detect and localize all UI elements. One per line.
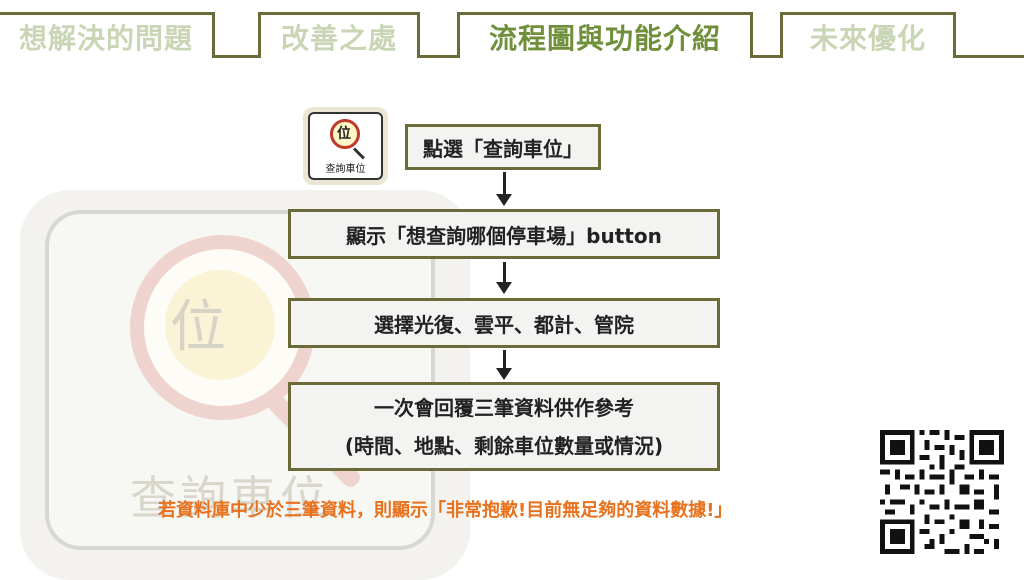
tab-label: 流程圖與功能介紹 (488, 21, 721, 55)
app-icon-label: 查詢車位 (325, 164, 366, 175)
tab-flowchart[interactable]: 流程圖與功能介紹 (457, 12, 753, 58)
flow-arrow-2 (496, 262, 512, 294)
flow-step-2: 顯示「想查詢哪個停車場」button (288, 209, 720, 259)
flow-step-text-line2: (時間、地點、剩餘車位數量或情況) (344, 433, 664, 458)
fallback-note: 若資料庫中少於三筆資料，則顯示「非常抱歉!目前無足夠的資料數據!」 (158, 500, 733, 521)
flow-arrow-1 (496, 172, 512, 206)
background-icon-char: 位 (170, 295, 226, 360)
flow-step-text: 顯示「想查詢哪個停車場」button (346, 223, 662, 248)
app-icon-char: 位 (337, 126, 351, 142)
tab-label: 改善之處 (280, 21, 397, 55)
tab-bar: 想解決的問題 改善之處 流程圖與功能介紹 未來優化 (0, 0, 1024, 60)
app-icon-card: 位 查詢車位 (308, 112, 383, 180)
tab-label: 想解決的問題 (18, 21, 193, 55)
flow-step-4: 一次會回覆三筆資料供作參考 (時間、地點、剩餘車位數量或情況) (288, 382, 720, 471)
flow-step-text: 點選「查詢車位」 (423, 136, 583, 161)
flow-step-1: 點選「查詢車位」 (405, 124, 601, 170)
tab-label: 未來優化 (809, 21, 926, 55)
tab-problem[interactable]: 想解決的問題 (0, 12, 215, 58)
qr-code-icon (880, 430, 1004, 554)
flow-step-3: 選擇光復、雲平、都計、管院 (288, 298, 720, 348)
flow-step-text: 選擇光復、雲平、都計、管院 (374, 312, 634, 337)
flow-step-text-line1: 一次會回覆三筆資料供作參考 (374, 395, 634, 420)
tab-future[interactable]: 未來優化 (780, 12, 956, 58)
tab-improvement[interactable]: 改善之處 (258, 12, 420, 58)
magnifier-handle (352, 147, 365, 160)
flow-arrow-3 (496, 350, 512, 380)
parking-search-app-icon[interactable]: 位 查詢車位 (303, 107, 388, 185)
